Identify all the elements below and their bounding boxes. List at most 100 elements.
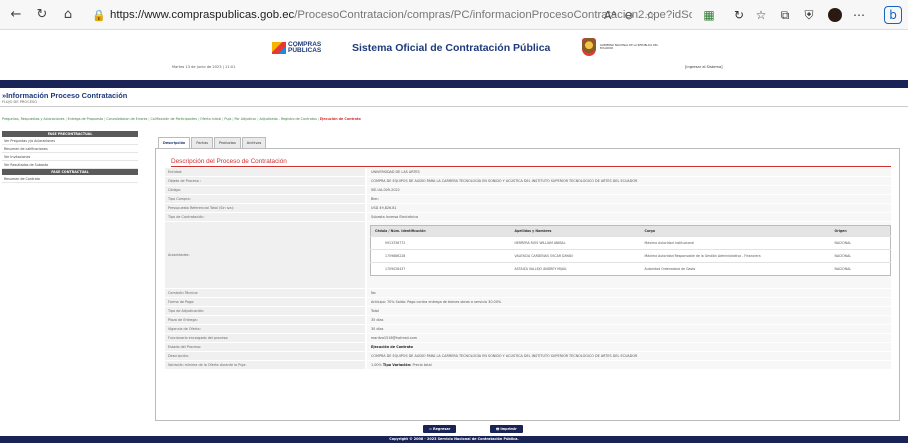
flow-step[interactable]: Preguntas, Respuestas y Aclaraciones	[2, 117, 64, 121]
detail-label: Tipo Compra:	[165, 195, 365, 203]
process-status-value: Ejecución de Contrato	[367, 343, 891, 351]
detail-row: Código: SIE-UA-009-2022	[165, 186, 891, 195]
sidebar-item-resumen-contrato[interactable]: Resumen de Contrato	[2, 175, 138, 183]
col-header-origen: Origen	[830, 225, 891, 237]
detail-value: Subasta Inversa Electrónica	[367, 213, 891, 221]
zoom-icon[interactable]: ⊖	[624, 9, 633, 22]
detail-value: 30 días	[367, 325, 891, 333]
detail-row: Plazo de Entrega: 35 días	[165, 316, 891, 325]
profile-avatar-icon[interactable]	[826, 6, 844, 24]
authorities-cell: Cédula / Núm. Identificación Apellidos y…	[367, 222, 891, 288]
flow-step[interactable]: Ejecución de Contrato	[320, 117, 361, 121]
logo-mark-icon	[272, 42, 286, 54]
cell-origen: NACIONAL	[830, 236, 891, 250]
sidebar: FASE PRECONTRACTUAL Ver Preguntas y/o Ac…	[2, 131, 138, 183]
url-host: https://www.compraspublicas.gob.ec	[110, 9, 295, 21]
detail-label: Tipo de Adjudicación:	[165, 307, 365, 315]
detail-label: Vigencia de Oferta:	[165, 325, 365, 333]
section-title: Descripción del Proceso de Contratación	[171, 158, 287, 165]
home-icon[interactable]: ⌂	[58, 5, 78, 25]
detail-value: SIE-UA-009-2022	[367, 186, 891, 194]
back-button[interactable]: ⇦ Regresar	[423, 425, 457, 433]
cell-cedula: 1709028437	[370, 262, 511, 276]
extension-icon[interactable]: ▦	[700, 6, 718, 24]
divider	[0, 106, 908, 107]
favorite-star-icon[interactable]: ☆	[645, 9, 655, 22]
cell-cedula: 0913336772	[370, 236, 511, 250]
tab-descripcion[interactable]: Descripción	[158, 137, 191, 148]
compras-publicas-logo[interactable]: COMPRAS PÚBLICAS	[272, 41, 322, 54]
detail-value: USD 49,826.81	[367, 204, 891, 212]
details-table: Entidad: UNIVERSIDAD DE LAS ARTES Objeto …	[165, 168, 891, 370]
shield-ext-icon[interactable]: ⛨	[800, 6, 818, 24]
detail-label: Comisión Técnica:	[165, 289, 365, 297]
flow-step[interactable]: Calificación de Participantes	[151, 117, 198, 121]
cell-origen: NACIONAL	[830, 262, 891, 276]
process-flow: Preguntas, Respuestas y Aclaraciones|Ent…	[2, 117, 361, 121]
sidebar-item-invitaciones[interactable]: Ver Invitaciones	[2, 153, 138, 161]
lock-icon: 🔒	[92, 10, 106, 22]
sidebar-item-resultados-subasta[interactable]: Ver Resultados de Subasta	[2, 161, 138, 169]
read-aloud-icon[interactable]: Aᴬ	[604, 9, 616, 22]
table-row: 0913336772 HERRERA RIOS WILLIAM ANIBAL M…	[370, 236, 891, 250]
copilot-icon[interactable]: b	[884, 6, 902, 24]
collections-icon[interactable]: ⧉	[776, 6, 794, 24]
detail-label: Código:	[165, 186, 365, 194]
more-menu-icon[interactable]: ⋯	[850, 6, 868, 24]
detail-value: maritza1516@hotmail.com	[367, 334, 891, 342]
cell-cargo: Máxima Autoridad Institucional	[640, 236, 831, 250]
detail-row: Tipo de Contratación: Subasta Inversa Ele…	[165, 213, 891, 222]
detail-value: Total	[367, 307, 891, 315]
detail-row: Estado del Proceso: Ejecución de Contrato	[165, 343, 891, 352]
refresh-extension-icon[interactable]: ↻	[730, 6, 748, 24]
col-header-cargo: Cargo	[640, 225, 831, 237]
gobierno-logo: GOBIERNO NACIONAL DE LA REPÚBLICA DEL EC…	[582, 38, 660, 56]
cell-nombres: VALENCIA CARDENAS OSCAR DAYAN	[510, 249, 641, 263]
tab-archivos[interactable]: Archivos	[241, 137, 267, 148]
detail-row: Comisión Técnica: No	[165, 289, 891, 298]
table-row: 1709886228 VALENCIA CARDENAS OSCAR DAYAN…	[370, 249, 891, 263]
tabs: Descripción Fechas Productos Archivos	[158, 137, 267, 148]
sidebar-item-calificaciones[interactable]: Resumen de calificaciones	[2, 145, 138, 153]
back-arrow-icon[interactable]: ←	[6, 5, 26, 25]
detail-label: Plazo de Entrega:	[165, 316, 365, 324]
detail-value: Bien	[367, 195, 891, 203]
variation-type-value: Precio total	[412, 363, 432, 367]
authorities-table: Cédula / Núm. Identificación Apellidos y…	[370, 225, 891, 276]
page-subtitle: FLUJO DE PROCESO	[2, 100, 38, 104]
flow-step[interactable]: Convalidacion de Errores	[106, 117, 147, 121]
detail-label: Objeto de Proceso :	[165, 177, 365, 185]
detail-label: Descripción:	[165, 352, 365, 360]
cell-cargo: Máxima Autoridad Responsable de la Gesti…	[640, 249, 831, 263]
reload-icon[interactable]: ↻	[32, 5, 52, 25]
section-title-underline	[171, 166, 891, 167]
authorities-row: Autoridades: Cédula / Núm. Identificació…	[165, 222, 891, 289]
print-button[interactable]: 🖶 Imprimir	[490, 425, 523, 433]
addr-icons: Aᴬ ⊖ ☆	[604, 6, 655, 24]
detail-label: Forma de Pago:	[165, 298, 365, 306]
flow-step[interactable]: Por Adjudicar	[235, 117, 257, 121]
detail-row: Variación mínima de la Oferta durante la…	[165, 361, 891, 370]
detail-row: Forma de Pago: Anticipo: 70% Saldo: Pago …	[165, 298, 891, 307]
address-bar[interactable]: 🔒 https://www.compraspublicas.gob.ec /Pr…	[92, 4, 692, 26]
flow-step[interactable]: Entrega de Propuesta	[68, 117, 104, 121]
col-header-nombres: Apellidos y Nombres	[510, 225, 641, 237]
detail-value: COMPRA DE EQUIPOS DE AUDIO PARA LA CARRE…	[367, 352, 891, 360]
detail-row: Tipo Compra: Bien	[165, 195, 891, 204]
login-link[interactable]: [Ingresar al Sistema]	[685, 65, 723, 69]
detail-row: Funcionario encargado del proceso: maritz…	[165, 334, 891, 343]
table-row: 1709028437 ASTAIZA VALLEJO ANDREY MIJAIL…	[370, 262, 891, 276]
detail-value: UNIVERSIDAD DE LAS ARTES	[367, 168, 891, 176]
detail-label: Presupuesto Referencial Total (Sin iva):	[165, 204, 365, 212]
tab-productos[interactable]: Productos	[214, 137, 241, 148]
detail-row: Descripción: COMPRA DE EQUIPOS DE AUDIO P…	[165, 352, 891, 361]
cell-nombres: HERRERA RIOS WILLIAM ANIBAL	[510, 236, 641, 250]
detail-value: 1.00% Tipo Variación: Precio total	[367, 361, 891, 369]
footer: Copyright © 2008 - 2023 Servicio Naciona…	[0, 436, 908, 443]
tab-fechas[interactable]: Fechas	[191, 137, 214, 148]
flow-step[interactable]: Oferta Inicial	[200, 117, 221, 121]
favorites-bar-icon[interactable]: ☆	[752, 6, 770, 24]
flow-step[interactable]: Adjudicado - Registro de Contratos	[259, 117, 316, 121]
sidebar-item-preguntas[interactable]: Ver Preguntas y/o Aclaraciones	[2, 137, 138, 145]
page-title: »Información Proceso Contratación	[2, 91, 128, 100]
